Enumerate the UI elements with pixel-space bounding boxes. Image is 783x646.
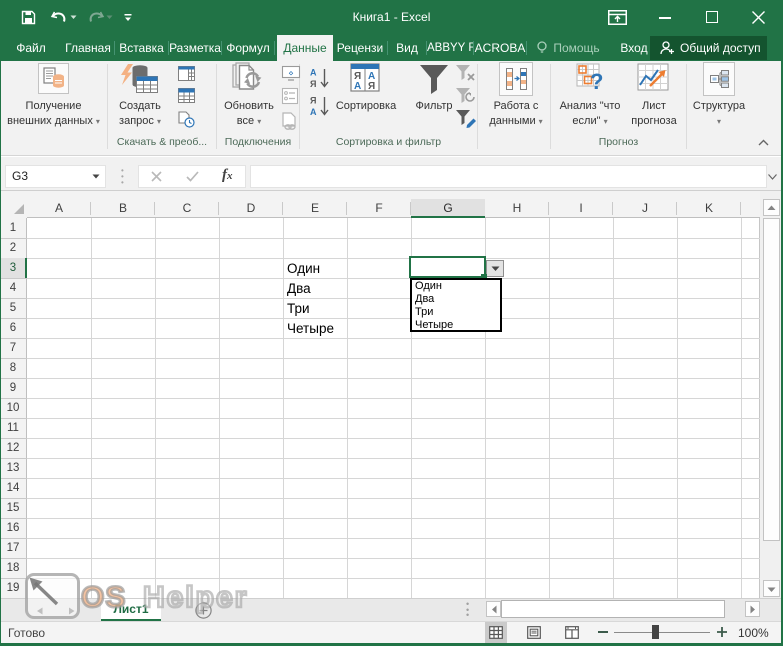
svg-text:?: ? [590, 69, 603, 94]
svg-text:А: А [310, 107, 317, 117]
svg-text:А: А [354, 81, 361, 92]
svg-text:Я: Я [310, 96, 316, 106]
svg-text:А: А [310, 68, 317, 78]
svg-text:Я: Я [368, 81, 375, 92]
svg-text:Я: Я [310, 79, 316, 89]
